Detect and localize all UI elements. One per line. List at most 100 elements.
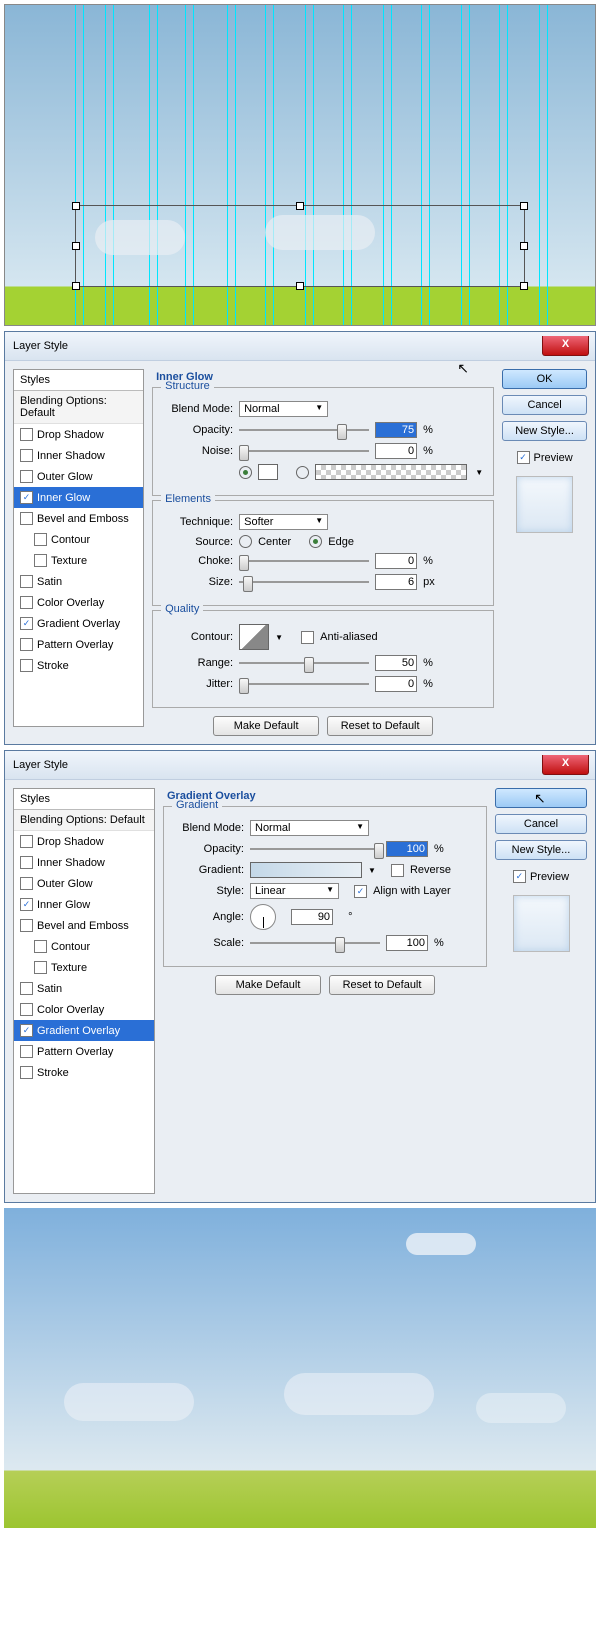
antialiased-checkbox[interactable] <box>301 631 314 644</box>
close-button[interactable]: X <box>542 336 589 356</box>
blend-mode-select[interactable]: Normal <box>239 401 328 417</box>
checkbox[interactable] <box>20 470 33 483</box>
range-input[interactable]: 50 <box>375 655 417 671</box>
style-select[interactable]: Linear <box>250 883 339 899</box>
checkbox[interactable] <box>20 898 33 911</box>
checkbox[interactable] <box>20 449 33 462</box>
checkbox[interactable] <box>20 491 33 504</box>
opacity-slider[interactable] <box>250 841 380 857</box>
blending-options-row[interactable]: Blending Options: Default <box>14 391 143 424</box>
style-stroke[interactable]: Stroke <box>14 655 143 676</box>
checkbox[interactable] <box>34 961 47 974</box>
source-edge-radio[interactable] <box>309 535 322 548</box>
style-outer-glow[interactable]: Outer Glow <box>14 466 143 487</box>
style-inner-shadow[interactable]: Inner Shadow <box>14 445 143 466</box>
reset-default-button[interactable]: Reset to Default <box>329 975 435 995</box>
checkbox[interactable] <box>20 638 33 651</box>
styles-header[interactable]: Styles <box>14 789 154 810</box>
checkbox[interactable] <box>34 533 47 546</box>
angle-input[interactable]: 90 <box>291 909 333 925</box>
choke-slider[interactable] <box>239 553 369 569</box>
style-satin[interactable]: Satin <box>14 978 154 999</box>
checkbox[interactable] <box>20 617 33 630</box>
style-bevel-emboss[interactable]: Bevel and Emboss <box>14 915 154 936</box>
cancel-button[interactable]: Cancel <box>495 814 587 834</box>
checkbox[interactable] <box>20 1066 33 1079</box>
checkbox[interactable] <box>20 919 33 932</box>
checkbox[interactable] <box>20 659 33 672</box>
style-drop-shadow[interactable]: Drop Shadow <box>14 424 143 445</box>
jitter-slider[interactable] <box>239 676 369 692</box>
choke-input[interactable]: 0 <box>375 553 417 569</box>
style-pattern-overlay[interactable]: Pattern Overlay <box>14 634 143 655</box>
make-default-button[interactable]: Make Default <box>215 975 321 995</box>
style-inner-glow[interactable]: Inner Glow <box>14 487 143 508</box>
scale-slider[interactable] <box>250 935 380 951</box>
style-contour[interactable]: Contour <box>14 529 143 550</box>
color-radio[interactable] <box>239 466 252 479</box>
technique-select[interactable]: Softer <box>239 514 328 530</box>
style-texture[interactable]: Texture <box>14 550 143 571</box>
checkbox[interactable] <box>20 596 33 609</box>
transform-selection[interactable] <box>75 205 525 287</box>
gradient-radio[interactable] <box>296 466 309 479</box>
color-swatch[interactable] <box>258 464 278 480</box>
checkbox[interactable] <box>20 856 33 869</box>
gradient-picker[interactable] <box>250 862 362 878</box>
checkbox[interactable] <box>20 1003 33 1016</box>
style-bevel-emboss[interactable]: Bevel and Emboss <box>14 508 143 529</box>
checkbox[interactable] <box>20 512 33 525</box>
style-stroke[interactable]: Stroke <box>14 1062 154 1083</box>
style-pattern-overlay[interactable]: Pattern Overlay <box>14 1041 154 1062</box>
size-input[interactable]: 6 <box>375 574 417 590</box>
style-gradient-overlay[interactable]: Gradient Overlay <box>14 1020 154 1041</box>
style-drop-shadow[interactable]: Drop Shadow <box>14 831 154 852</box>
align-checkbox[interactable] <box>354 885 367 898</box>
noise-input[interactable]: 0 <box>375 443 417 459</box>
blending-options-row[interactable]: Blending Options: Default <box>14 810 154 831</box>
style-gradient-overlay[interactable]: Gradient Overlay <box>14 613 143 634</box>
angle-dial[interactable] <box>250 904 276 930</box>
preview-checkbox[interactable] <box>517 451 530 464</box>
contour-picker[interactable] <box>239 624 269 650</box>
gradient-swatch[interactable] <box>315 464 467 480</box>
style-inner-glow[interactable]: Inner Glow <box>14 894 154 915</box>
ok-button[interactable]: OK <box>502 369 587 389</box>
checkbox[interactable] <box>20 1045 33 1058</box>
style-contour[interactable]: Contour <box>14 936 154 957</box>
checkbox[interactable] <box>20 428 33 441</box>
source-center-radio[interactable] <box>239 535 252 548</box>
blend-mode-select[interactable]: Normal <box>250 820 369 836</box>
style-outer-glow[interactable]: Outer Glow <box>14 873 154 894</box>
preview-checkbox[interactable] <box>513 870 526 883</box>
make-default-button[interactable]: Make Default <box>213 716 319 736</box>
cancel-button[interactable]: Cancel <box>502 395 587 415</box>
style-color-overlay[interactable]: Color Overlay <box>14 999 154 1020</box>
style-inner-shadow[interactable]: Inner Shadow <box>14 852 154 873</box>
jitter-input[interactable]: 0 <box>375 676 417 692</box>
checkbox[interactable] <box>34 940 47 953</box>
titlebar[interactable]: Layer Style X <box>5 751 595 780</box>
opacity-input[interactable]: 75 <box>375 422 417 438</box>
noise-slider[interactable] <box>239 443 369 459</box>
style-texture[interactable]: Texture <box>14 957 154 978</box>
reset-default-button[interactable]: Reset to Default <box>327 716 433 736</box>
checkbox[interactable] <box>34 554 47 567</box>
opacity-slider[interactable] <box>239 422 369 438</box>
close-button[interactable]: X <box>542 755 589 775</box>
ok-button[interactable]: OK↖ <box>495 788 587 808</box>
new-style-button[interactable]: New Style... <box>495 840 587 860</box>
checkbox[interactable] <box>20 982 33 995</box>
reverse-checkbox[interactable] <box>391 864 404 877</box>
checkbox[interactable] <box>20 877 33 890</box>
range-slider[interactable] <box>239 655 369 671</box>
new-style-button[interactable]: New Style... <box>502 421 587 441</box>
checkbox[interactable] <box>20 1024 33 1037</box>
style-color-overlay[interactable]: Color Overlay <box>14 592 143 613</box>
size-slider[interactable] <box>239 574 369 590</box>
scale-input[interactable]: 100 <box>386 935 428 951</box>
titlebar[interactable]: Layer Style X <box>5 332 595 361</box>
styles-header[interactable]: Styles <box>14 370 143 391</box>
checkbox[interactable] <box>20 835 33 848</box>
opacity-input[interactable]: 100 <box>386 841 428 857</box>
